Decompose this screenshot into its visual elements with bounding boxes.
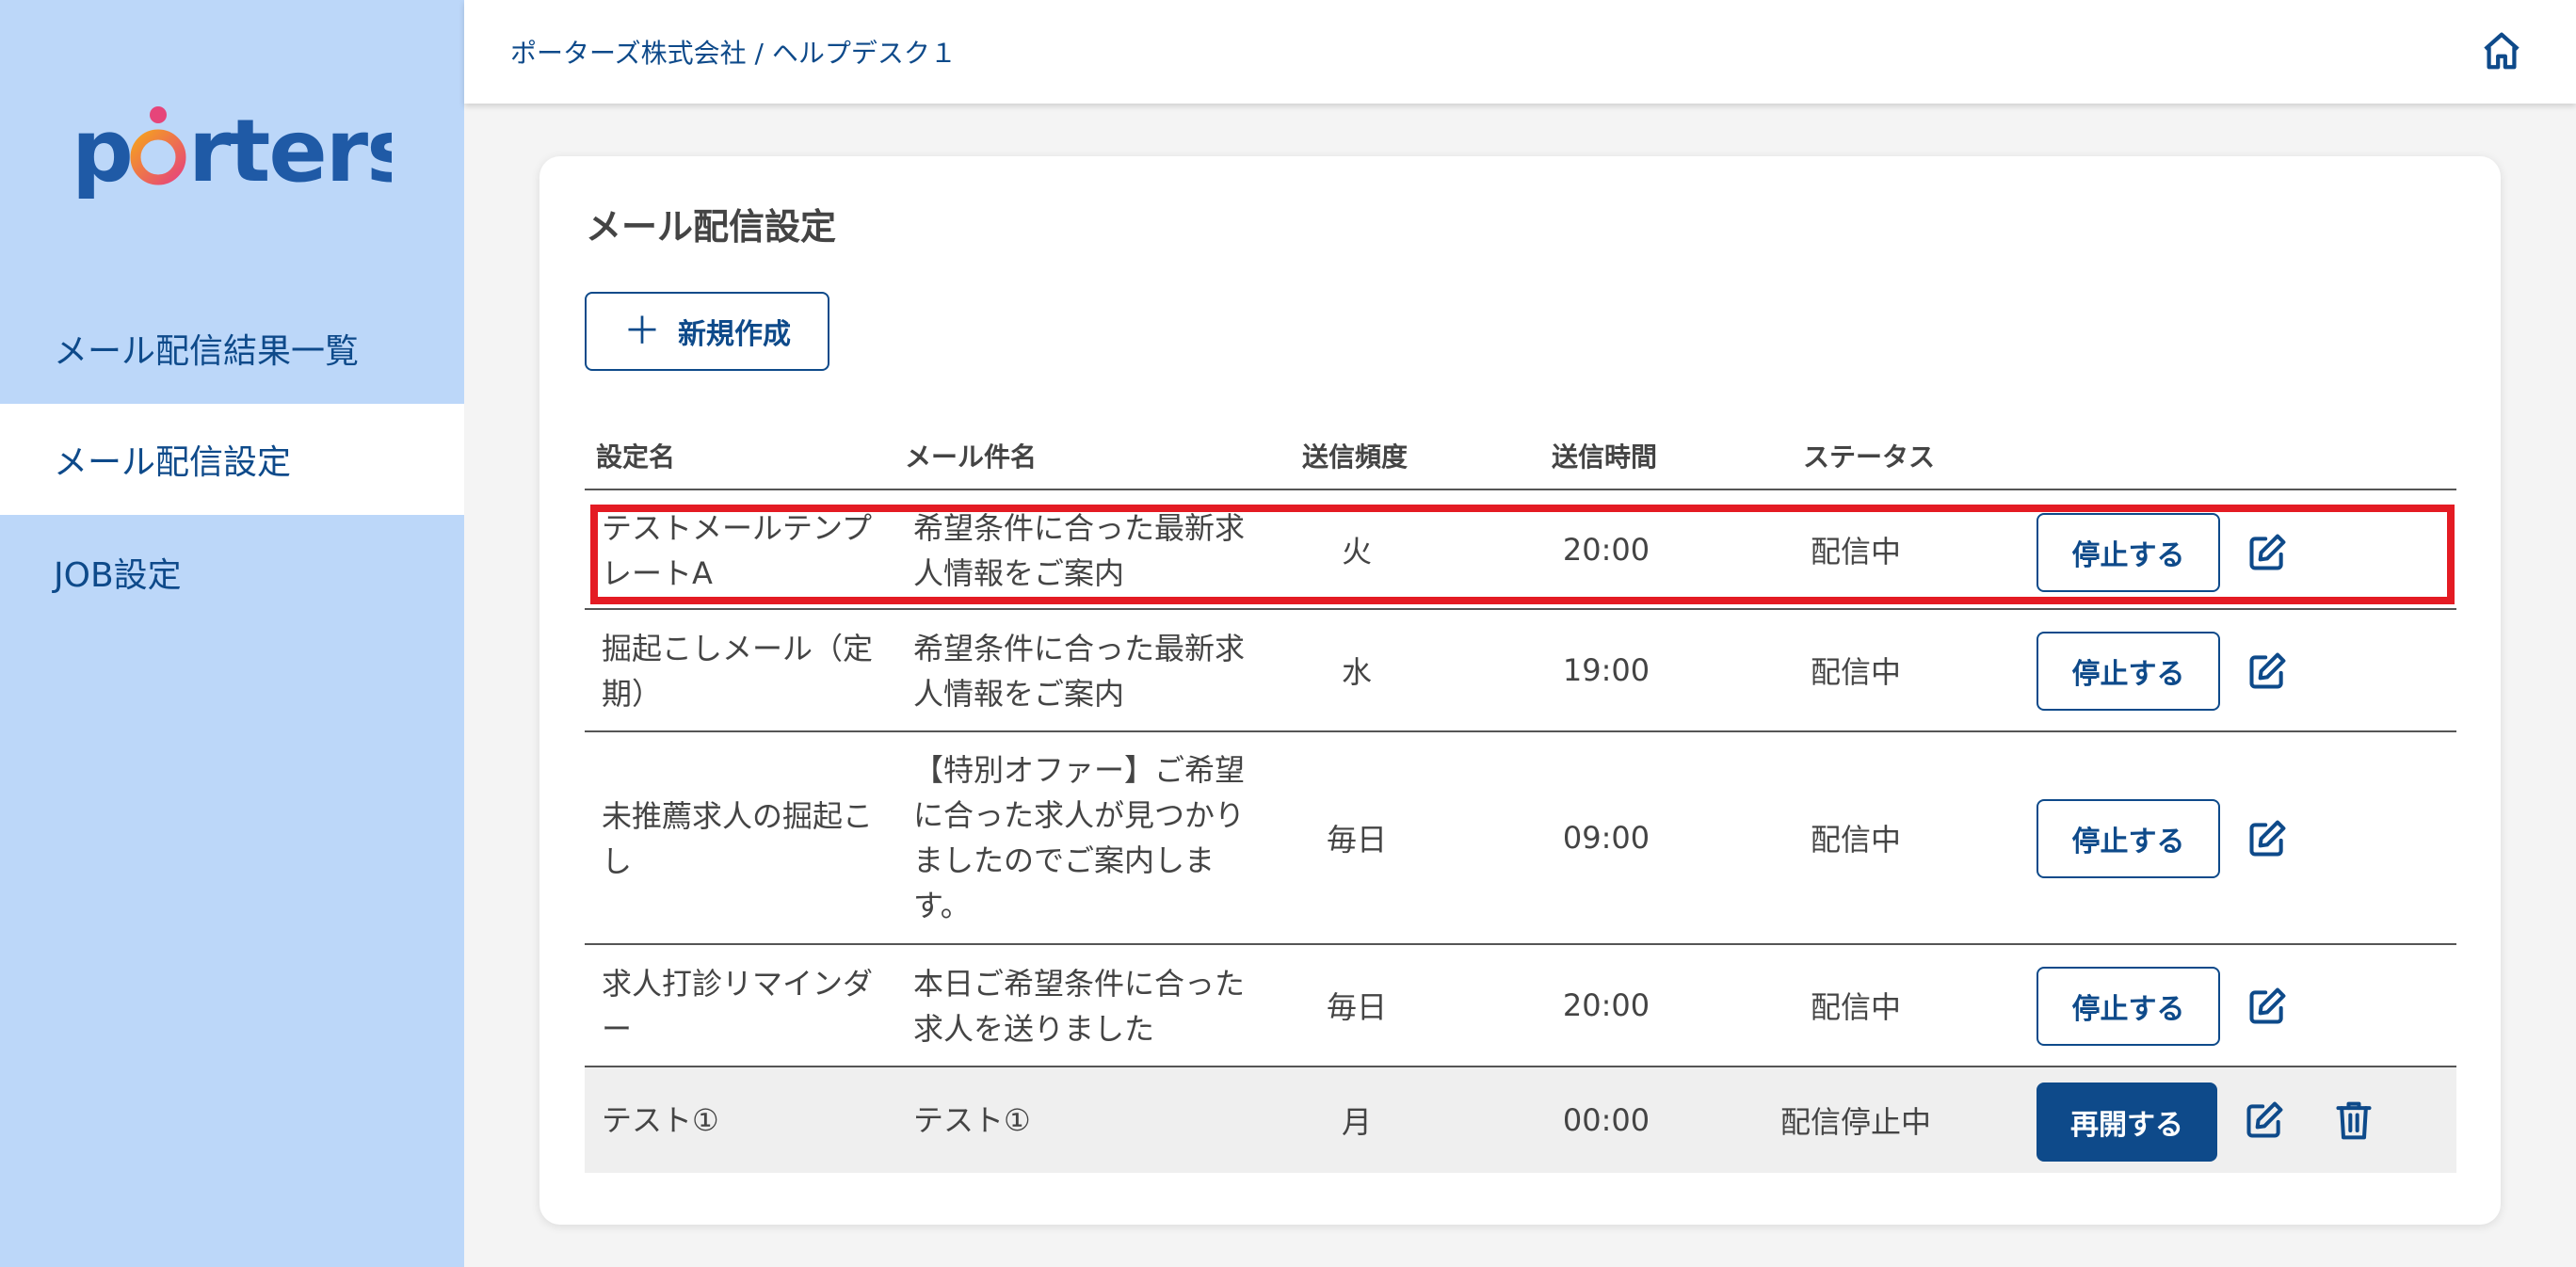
table-header: 設定名 メール件名 送信頻度 送信時間 ステータス <box>585 420 2456 490</box>
setting-name: テスト① <box>602 1102 719 1138</box>
sidebar-item-mail-settings[interactable]: メール配信設定 <box>0 404 464 515</box>
trash-icon[interactable] <box>2333 1099 2375 1141</box>
mail-subject: 【特別オファー】ご希望 に合った求人が見つかり ましたのでご案内しま す。 <box>913 752 1246 923</box>
setting-name: テストメールテンプ レートA <box>602 510 873 591</box>
stop-button[interactable]: 停止する <box>2037 967 2220 1046</box>
setting-name: 求人打診リマインダー <box>602 966 874 1047</box>
main-card: メール配信設定 ＋ 新規作成 設定名 メール件名 送信頻度 送信時間 ステータス… <box>539 156 2501 1225</box>
new-create-label: 新規作成 <box>678 318 791 351</box>
home-icon[interactable] <box>2480 29 2523 72</box>
stop-button[interactable]: 停止する <box>2037 799 2220 878</box>
plus-icon: ＋ <box>623 310 661 353</box>
send-time: 00:00 <box>1562 1102 1650 1138</box>
send-time: 20:00 <box>1562 987 1650 1023</box>
breadcrumb[interactable]: ポーターズ株式会社 / ヘルプデスク１ <box>510 33 957 71</box>
mail-subject: 本日ご希望条件に合った 求人を送りました <box>913 966 1246 1047</box>
edit-icon[interactable] <box>2246 818 2288 859</box>
frequency: 毎日 <box>1326 822 1387 858</box>
sidebar: p rters メール配信結果一覧 メール配信設定 JOB設定 <box>0 0 464 1267</box>
send-time: 20:00 <box>1562 531 1650 568</box>
resume-button[interactable]: 再開する <box>2037 1083 2217 1162</box>
col-header-subject: メール件名 <box>905 441 1038 473</box>
setting-name: 掘起こしメール（定 期） <box>602 631 874 712</box>
edit-icon[interactable] <box>2246 650 2288 692</box>
frequency: 水 <box>1341 654 1372 690</box>
status-text: 配信中 <box>1810 989 1901 1025</box>
frequency: 毎日 <box>1326 989 1387 1025</box>
status-text: 配信中 <box>1810 533 1901 569</box>
mail-subject: 希望条件に合った最新求 人情報をご案内 <box>913 631 1246 712</box>
table-row[interactable]: テスト① テスト① 月 00:00 配信停止中 再開する <box>585 1067 2456 1173</box>
stop-button[interactable]: 停止する <box>2037 632 2220 711</box>
sidebar-item-job-settings[interactable]: JOB設定 <box>0 517 464 628</box>
status-text: 配信中 <box>1810 654 1901 690</box>
frequency: 火 <box>1341 533 1372 569</box>
svg-text:rters: rters <box>188 105 392 200</box>
table-row[interactable]: 掘起こしメール（定 期） 希望条件に合った最新求 人情報をご案内 水 19:00 配… <box>585 610 2456 732</box>
edit-icon[interactable] <box>2246 532 2288 573</box>
settings-table: 設定名 メール件名 送信頻度 送信時間 ステータス テストメールテンプ レートA … <box>585 420 2456 1173</box>
mail-subject: テスト① <box>913 1102 1031 1138</box>
setting-name: 未推薦求人の掘起こし <box>602 798 874 879</box>
table-row[interactable]: テストメールテンプ レートA 希望条件に合った最新求 人情報をご案内 火 20:00… <box>585 490 2456 610</box>
porters-logo[interactable]: p rters <box>72 105 392 200</box>
page-title: メール配信設定 <box>586 206 837 248</box>
edit-icon[interactable] <box>2244 1099 2285 1141</box>
col-header-status: ステータス <box>1803 441 1936 473</box>
stop-button[interactable]: 停止する <box>2037 513 2220 592</box>
table-row[interactable]: 求人打診リマインダー 本日ご希望条件に合った 求人を送りました 毎日 20:00 … <box>585 945 2456 1067</box>
svg-text:p: p <box>72 105 132 200</box>
new-create-button[interactable]: ＋ 新規作成 <box>585 292 829 371</box>
status-text: 配信中 <box>1810 822 1901 858</box>
frequency: 月 <box>1341 1104 1372 1140</box>
mail-subject: 希望条件に合った最新求 人情報をご案内 <box>913 510 1246 591</box>
edit-icon[interactable] <box>2246 986 2288 1027</box>
col-header-frequency: 送信頻度 <box>1302 441 1409 473</box>
status-text: 配信停止中 <box>1779 1104 1931 1140</box>
sidebar-item-mail-results[interactable]: メール配信結果一覧 <box>0 293 464 404</box>
col-header-time: 送信時間 <box>1552 441 1658 473</box>
top-header: ポーターズ株式会社 / ヘルプデスク１ <box>464 0 2576 104</box>
table-row[interactable]: 未推薦求人の掘起こし 【特別オファー】ご希望 に合った求人が見つかり ましたので… <box>585 732 2456 945</box>
send-time: 19:00 <box>1562 652 1650 688</box>
col-header-name: 設定名 <box>596 441 676 473</box>
send-time: 09:00 <box>1562 820 1650 856</box>
